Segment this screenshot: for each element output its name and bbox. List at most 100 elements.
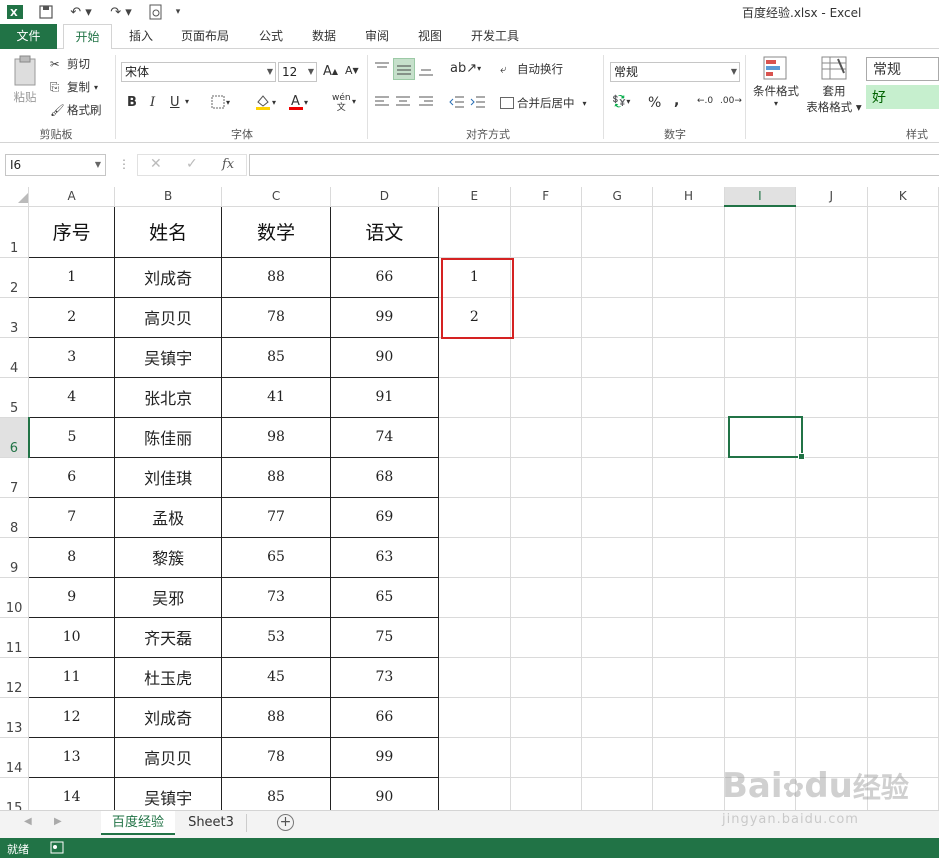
cell-e9[interactable] — [438, 537, 511, 578]
column-header-c[interactable]: C — [221, 187, 331, 207]
row-header[interactable]: 14 — [0, 737, 30, 778]
cell-f1[interactable] — [510, 206, 582, 258]
phonetic-button[interactable]: wén 文 — [332, 93, 351, 113]
cell-g12[interactable] — [581, 657, 654, 698]
macro-record-icon[interactable] — [50, 841, 64, 857]
cell-g10[interactable] — [581, 577, 654, 618]
cell-c10[interactable]: 73 — [221, 576, 331, 618]
row-header[interactable]: 10 — [0, 577, 30, 618]
cell-k3[interactable] — [867, 297, 939, 338]
cell-a8[interactable]: 7 — [28, 496, 115, 538]
cell-b5[interactable]: 张北京 — [113, 376, 223, 418]
cell-c2[interactable]: 88 — [221, 256, 331, 298]
cell-b6[interactable]: 陈佳丽 — [113, 416, 223, 458]
cell-j6[interactable] — [795, 417, 868, 458]
cell-c1[interactable]: 数学 — [221, 205, 331, 258]
cell-k15[interactable] — [867, 777, 939, 810]
column-header-e[interactable]: E — [438, 187, 511, 207]
cell-h3[interactable] — [652, 297, 725, 338]
cell-f15[interactable] — [510, 777, 582, 810]
cell-a4[interactable]: 3 — [28, 336, 115, 378]
print-preview-icon[interactable] — [146, 3, 166, 21]
cell-g2[interactable] — [581, 257, 654, 298]
copy-button[interactable]: ⎘ 复制 ▾ — [50, 79, 98, 95]
cell-i9[interactable] — [724, 537, 797, 578]
cell-k5[interactable] — [867, 377, 939, 418]
cell-f7[interactable] — [510, 457, 582, 498]
cell-h2[interactable] — [652, 257, 725, 298]
tab-insert[interactable]: 插入 — [118, 24, 164, 49]
cell-c12[interactable]: 45 — [221, 656, 331, 698]
cell-b10[interactable]: 吴邪 — [113, 576, 223, 618]
cell-d12[interactable]: 73 — [329, 656, 440, 698]
cell-e13[interactable] — [438, 697, 511, 738]
cell-b12[interactable]: 杜玉虎 — [113, 656, 223, 698]
cell-h8[interactable] — [652, 497, 725, 538]
tab-formulas[interactable]: 公式 — [248, 24, 294, 49]
cell-e5[interactable] — [438, 377, 511, 418]
style-normal[interactable]: 常规 — [866, 57, 939, 81]
cell-g4[interactable] — [581, 337, 654, 378]
cell-h13[interactable] — [652, 697, 725, 738]
cell-k11[interactable] — [867, 617, 939, 658]
confirm-icon[interactable]: ✓ — [186, 156, 198, 172]
decrease-indent-button[interactable] — [449, 95, 465, 109]
italic-button[interactable]: I — [150, 95, 155, 110]
column-header-g[interactable]: G — [581, 187, 654, 207]
cell-e1[interactable] — [438, 206, 511, 258]
percent-button[interactable]: % — [648, 95, 661, 111]
cell-h9[interactable] — [652, 537, 725, 578]
cell-j5[interactable] — [795, 377, 868, 418]
cell-g15[interactable] — [581, 777, 654, 810]
shrink-font-button[interactable]: A ▼ — [345, 64, 359, 77]
cell-j13[interactable] — [795, 697, 868, 738]
cell-i11[interactable] — [724, 617, 797, 658]
cell-h10[interactable] — [652, 577, 725, 618]
font-size-select[interactable]: 12 ▼ — [278, 62, 317, 82]
cell-h1[interactable] — [652, 206, 725, 258]
cell-e15[interactable] — [438, 777, 511, 810]
cell-d10[interactable]: 65 — [329, 576, 440, 618]
cell-j4[interactable] — [795, 337, 868, 378]
cell-i4[interactable] — [724, 337, 797, 378]
cell-c13[interactable]: 88 — [221, 696, 331, 738]
cell-f14[interactable] — [510, 737, 582, 778]
tab-developer[interactable]: 开发工具 — [462, 24, 528, 49]
cell-i14[interactable] — [724, 737, 797, 778]
style-good[interactable]: 好 — [866, 85, 939, 109]
cell-a1[interactable]: 序号 — [28, 205, 115, 258]
cell-h14[interactable] — [652, 737, 725, 778]
cell-c11[interactable]: 53 — [221, 616, 331, 658]
font-color-button[interactable]: A ▾ — [288, 93, 308, 111]
cell-d4[interactable]: 90 — [329, 336, 440, 378]
align-top-button[interactable] — [374, 61, 390, 75]
cell-b11[interactable]: 齐天磊 — [113, 616, 223, 658]
cell-f3[interactable] — [510, 297, 582, 338]
cell-c4[interactable]: 85 — [221, 336, 331, 378]
cell-g3[interactable] — [581, 297, 654, 338]
cell-j3[interactable] — [795, 297, 868, 338]
increase-indent-button[interactable] — [470, 95, 486, 109]
cell-h4[interactable] — [652, 337, 725, 378]
increase-decimal-button[interactable]: ←.0 — [697, 96, 713, 106]
wrap-text-button[interactable]: ⤶ 自动换行 — [500, 61, 563, 77]
cell-d1[interactable]: 语文 — [329, 205, 440, 258]
cell-e6[interactable] — [438, 417, 511, 458]
decrease-decimal-button[interactable]: .00→ — [720, 96, 742, 106]
underline-button[interactable]: U — [170, 95, 180, 110]
row-header[interactable]: 6 — [0, 417, 30, 458]
cell-a6[interactable]: 5 — [28, 416, 115, 458]
comma-button[interactable]: , — [674, 93, 679, 109]
cell-c3[interactable]: 78 — [221, 296, 331, 338]
cancel-icon[interactable]: ✕ — [150, 156, 162, 172]
cell-i13[interactable] — [724, 697, 797, 738]
cell-f4[interactable] — [510, 337, 582, 378]
cell-j15[interactable] — [795, 777, 868, 810]
cell-k12[interactable] — [867, 657, 939, 698]
cell-f10[interactable] — [510, 577, 582, 618]
sheet-tab-baidu[interactable]: 百度经验 — [101, 811, 175, 835]
cell-a7[interactable]: 6 — [28, 456, 115, 498]
column-header-h[interactable]: H — [652, 187, 725, 207]
cell-k1[interactable] — [867, 206, 939, 258]
row-header[interactable]: 1 — [0, 206, 30, 258]
